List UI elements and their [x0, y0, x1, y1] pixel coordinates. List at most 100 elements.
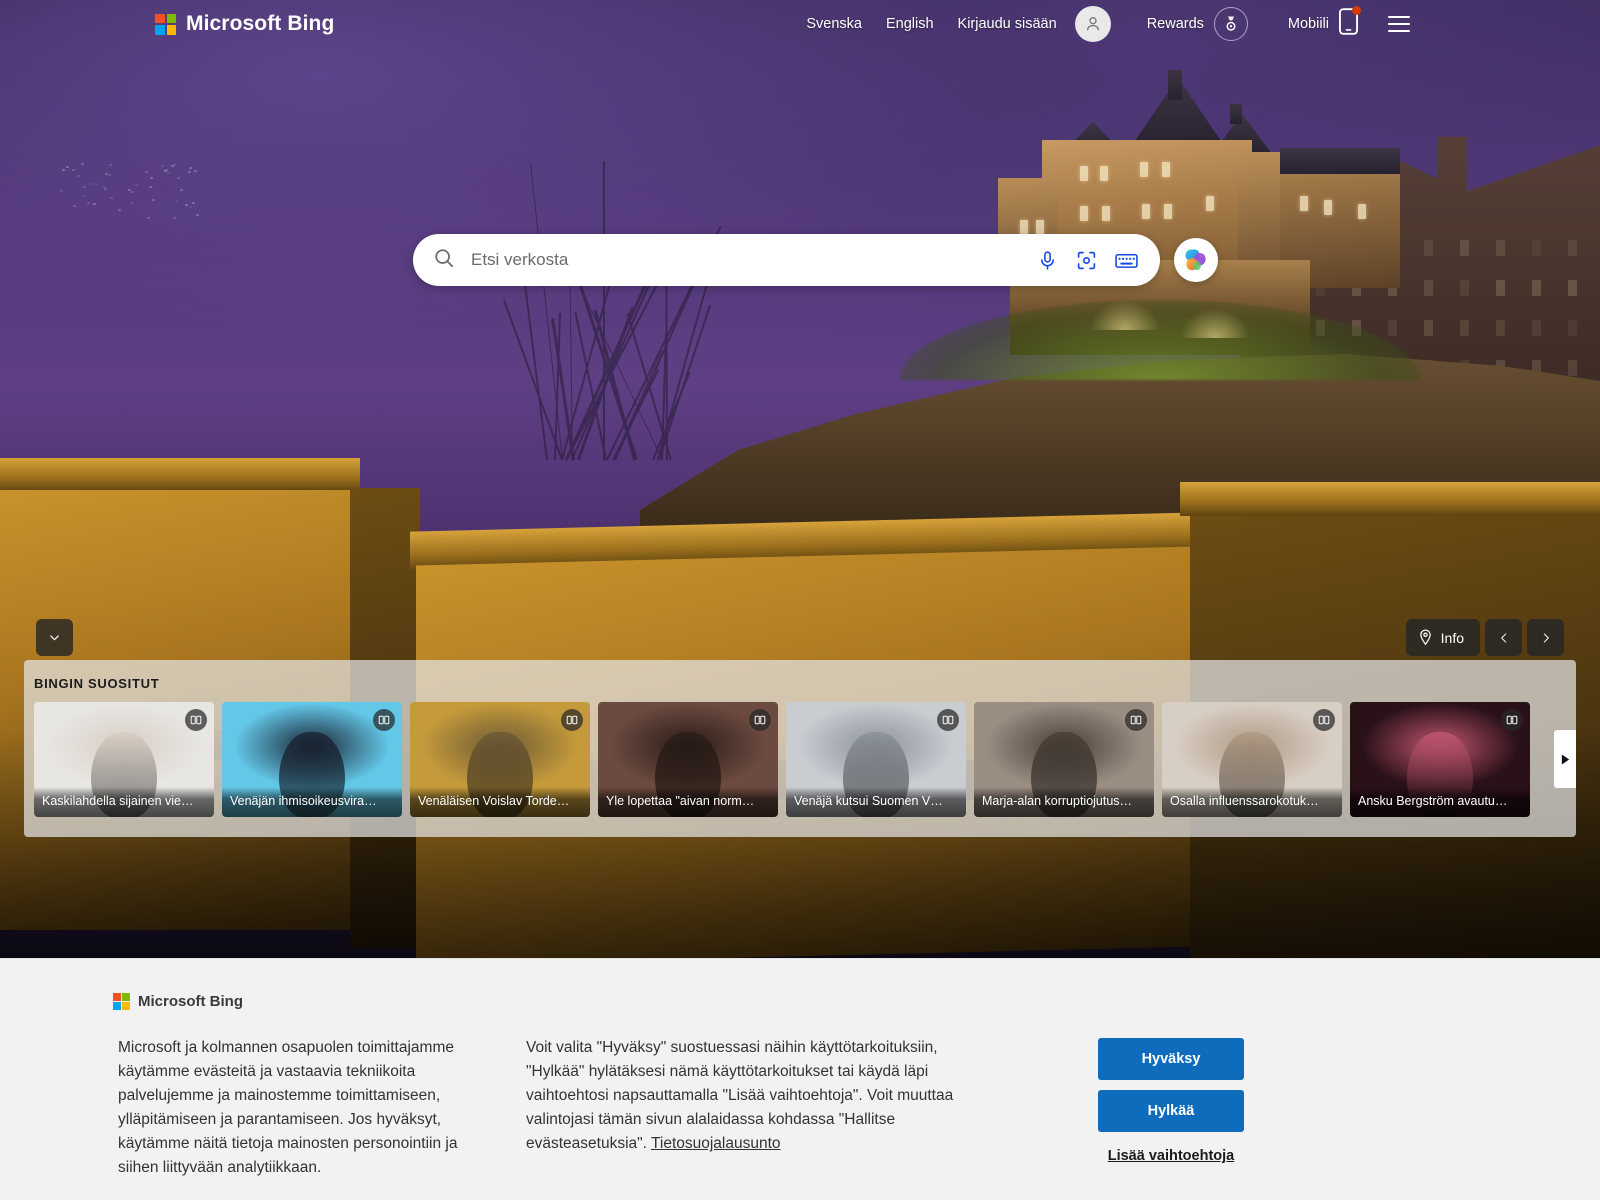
bird-dot	[145, 171, 148, 173]
article-pages-icon	[937, 709, 959, 731]
search-input[interactable]: Etsi verkosta	[471, 250, 1037, 270]
lang-english[interactable]: English	[874, 0, 946, 48]
bird-dot	[108, 174, 111, 176]
play-arrow-icon	[1560, 753, 1571, 766]
bird-dot	[173, 217, 176, 219]
keyboard-icon[interactable]	[1115, 250, 1138, 271]
news-card-title: Marja-alan korruptiojutus…	[974, 787, 1154, 817]
brand-label: Microsoft Bing	[186, 12, 334, 36]
bird-dot	[105, 173, 108, 175]
news-card-title: Osalla influenssarokotuk…	[1162, 787, 1342, 817]
carousel-next-button[interactable]	[1554, 730, 1576, 788]
mobile-button[interactable]: Mobiili	[1288, 0, 1358, 48]
bing-logo[interactable]: Microsoft Bing	[155, 12, 334, 36]
news-card[interactable]: Yle lopettaa "aivan norm…	[598, 702, 778, 817]
privacy-statement-link[interactable]: Tietosuojalausunto	[651, 1135, 781, 1152]
building-window	[1424, 240, 1433, 256]
news-card[interactable]: Venäjän ihmisoikeusvira…	[222, 702, 402, 817]
article-pages-icon	[749, 709, 771, 731]
news-card[interactable]: Venäjä kutsui Suomen V…	[786, 702, 966, 817]
ground-lamp	[1090, 300, 1160, 330]
news-card-title: Venäjän ihmisoikeusvira…	[222, 787, 402, 817]
news-card-title: Yle lopettaa "aivan norm…	[598, 787, 778, 817]
mobile-label: Mobiili	[1288, 0, 1329, 48]
previous-image-button[interactable]	[1485, 619, 1522, 656]
bird-dot	[66, 166, 69, 168]
news-card-title: Venäläisen Voislav Torde…	[410, 787, 590, 817]
copilot-button[interactable]	[1174, 238, 1218, 282]
building-window	[1532, 280, 1541, 296]
article-pages-icon	[373, 709, 395, 731]
avatar[interactable]	[1075, 6, 1111, 42]
bird-dot	[175, 200, 178, 202]
news-card-title: Venäjä kutsui Suomen V…	[786, 787, 966, 817]
building-window	[1568, 360, 1577, 376]
news-card[interactable]: Venäläisen Voislav Torde…	[410, 702, 590, 817]
search-box[interactable]: Etsi verkosta	[413, 234, 1160, 286]
bird-dot	[77, 175, 80, 177]
bird-dot	[104, 188, 107, 190]
sign-in[interactable]: Kirjaudu sisään	[946, 0, 1069, 48]
bird-dot	[165, 169, 168, 171]
bird-dot	[196, 214, 199, 216]
article-pages-icon	[1313, 709, 1335, 731]
header-actions: Svenska English Kirjaudu sisään Rewards	[794, 0, 1410, 48]
bird-dot	[130, 202, 133, 204]
article-pages-icon	[1125, 709, 1147, 731]
bird-dot	[118, 209, 121, 211]
camera-lens-icon[interactable]	[1076, 250, 1097, 271]
building-window	[1460, 280, 1469, 296]
bird-dot	[147, 217, 150, 219]
building-window	[1496, 240, 1505, 256]
bird-dot	[150, 177, 153, 179]
image-info-label: Info	[1441, 630, 1464, 646]
news-card[interactable]: Marja-alan korruptiojutus…	[974, 702, 1154, 817]
search-icon	[433, 247, 455, 274]
chevron-down-icon	[47, 630, 62, 645]
search-tools	[1037, 250, 1138, 271]
microphone-icon[interactable]	[1037, 250, 1058, 271]
bird-dot	[180, 189, 183, 191]
top-navigation: Microsoft Bing Svenska English Kirjaudu …	[0, 0, 1600, 48]
image-info-button[interactable]: Info	[1406, 619, 1480, 656]
hero-background: Microsoft Bing Svenska English Kirjaudu …	[0, 0, 1600, 958]
news-card[interactable]: Osalla influenssarokotuk…	[1162, 702, 1342, 817]
more-options-link[interactable]: Lisää vaihtoehtoja	[1098, 1148, 1244, 1164]
cookie-text-right: Voit valita "Hyväksy" suostuessasi näihi…	[526, 1036, 986, 1156]
bird-dot	[81, 163, 84, 165]
bird-dot	[152, 199, 155, 201]
carousel-title: BINGIN SUOSITUT	[34, 676, 1576, 691]
ground-lamp	[1180, 308, 1250, 338]
person-icon	[1083, 14, 1103, 34]
reject-button[interactable]: Hylkää	[1098, 1090, 1244, 1132]
notification-dot	[1352, 6, 1361, 15]
building-window	[1460, 320, 1469, 336]
bird-dot	[83, 195, 86, 197]
building-window	[1568, 280, 1577, 296]
building-window	[1496, 320, 1505, 336]
news-card[interactable]: Kaskilahdella sijainen vie…	[34, 702, 214, 817]
bird-dot	[171, 165, 174, 167]
bird-dot	[131, 191, 134, 193]
trending-carousel: BINGIN SUOSITUT Kaskilahdella sijainen v…	[24, 660, 1576, 837]
news-card-title: Kaskilahdella sijainen vie…	[34, 787, 214, 817]
chevron-left-icon	[1497, 631, 1511, 645]
search-area: Etsi verkosta	[413, 234, 1218, 286]
bird-dot	[185, 204, 188, 206]
building-window	[1568, 320, 1577, 336]
bird-dot	[109, 164, 112, 166]
carousel-strip: Kaskilahdella sijainen vie… Venäjän ihmis…	[34, 702, 1530, 817]
building-window	[1460, 240, 1469, 256]
lang-svenska[interactable]: Svenska	[794, 0, 874, 48]
phone-icon	[1339, 8, 1358, 40]
bird-dot	[87, 202, 90, 204]
next-image-button[interactable]	[1527, 619, 1564, 656]
bird-dot	[83, 186, 86, 188]
collapse-hero-button[interactable]	[36, 619, 73, 656]
hamburger-icon[interactable]	[1388, 16, 1410, 32]
cookie-buttons: Hyväksy Hylkää Lisää vaihtoehtoja	[1098, 1038, 1244, 1164]
rewards-button[interactable]: Rewards	[1147, 0, 1248, 48]
accept-button[interactable]: Hyväksy	[1098, 1038, 1244, 1080]
news-card[interactable]: Ansku Bergström avautu…	[1350, 702, 1530, 817]
building-window	[1532, 320, 1541, 336]
